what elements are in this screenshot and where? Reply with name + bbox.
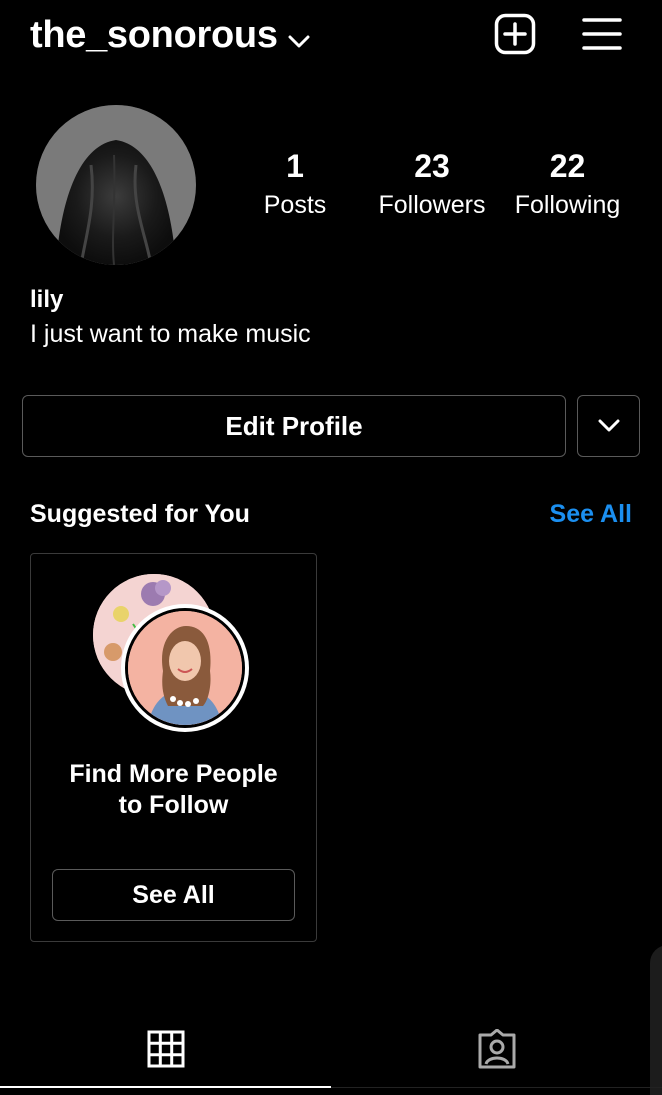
suggested-title: Suggested for You <box>30 500 250 528</box>
profile-name: lily <box>30 286 64 313</box>
followers-stat[interactable]: 23 Followers <box>372 148 492 220</box>
tab-posts-grid[interactable] <box>0 1010 331 1088</box>
posts-label: Posts <box>263 191 327 219</box>
add-post-button[interactable] <box>493 12 537 56</box>
find-people-text: Find More People to Follow <box>69 760 278 819</box>
see-all-link[interactable]: See All <box>550 500 632 529</box>
username: the_sonorous <box>30 14 278 56</box>
followers-count: 23 <box>414 148 450 184</box>
following-stat[interactable]: 22 Following <box>510 148 625 220</box>
following-label: Following <box>514 191 621 219</box>
active-tab-indicator <box>0 1086 331 1088</box>
top-bar: the_sonorous <box>0 0 662 70</box>
find-people-card: Find More People to Follow See All <box>30 553 317 942</box>
add-post-icon <box>494 13 536 55</box>
profile-bio: I just want to make music <box>30 320 311 348</box>
grid-icon <box>147 1030 184 1068</box>
card-see-all-button[interactable]: See All <box>52 869 295 921</box>
chevron-down-icon <box>288 16 310 59</box>
suggestions-toggle-button[interactable] <box>577 395 640 457</box>
hamburger-menu-icon <box>582 18 622 50</box>
posts-stat[interactable]: 1 Posts <box>255 148 335 220</box>
chevron-down-icon <box>598 419 619 432</box>
profile-tabs <box>0 1010 662 1095</box>
account-switcher[interactable]: the_sonorous <box>30 12 310 59</box>
tagged-icon <box>478 1029 515 1069</box>
followers-label: Followers <box>378 191 486 219</box>
profile-stats: 1 Posts 23 Followers 22 Following <box>240 148 640 238</box>
following-count: 22 <box>549 148 586 184</box>
profile-avatar[interactable] <box>36 105 196 265</box>
tab-tagged[interactable] <box>331 1010 662 1088</box>
posts-count: 1 <box>286 148 304 184</box>
edit-profile-button[interactable]: Edit Profile <box>22 395 566 457</box>
suggestion-image-front <box>121 604 249 732</box>
tab-divider <box>331 1087 662 1088</box>
menu-button[interactable] <box>580 12 624 56</box>
